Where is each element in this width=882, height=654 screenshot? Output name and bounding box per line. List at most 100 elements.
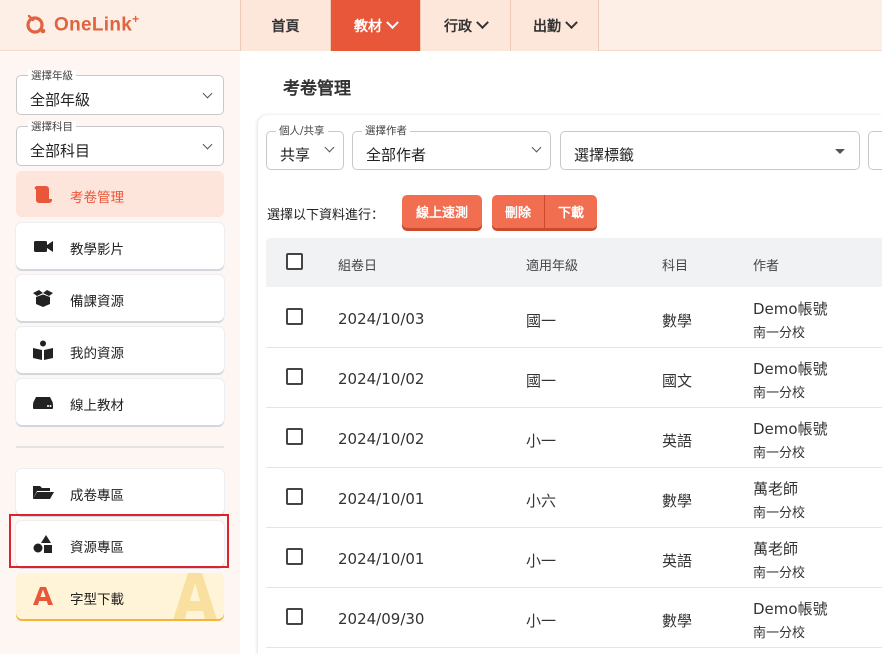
nav-item-attendance[interactable]: 出勤 xyxy=(510,0,599,51)
sidebar-item-exam-management[interactable]: 考卷管理 xyxy=(16,171,224,217)
row-subject: 英語 xyxy=(662,432,693,450)
row-checkbox[interactable] xyxy=(286,368,303,385)
row-grade: 國一 xyxy=(526,312,557,330)
share-filter-select[interactable]: 個人/共享 共享 xyxy=(266,125,344,170)
sidebar-item-label: 考卷管理 xyxy=(70,190,124,206)
folder-open-icon xyxy=(33,486,54,499)
tag-filter-select[interactable]: 選擇標籤 xyxy=(560,131,860,170)
row-grade: 小一 xyxy=(526,432,557,450)
sidebar-item-teaching-videos[interactable]: 教學影片 xyxy=(16,223,224,269)
page-title: 考卷管理 xyxy=(283,79,351,99)
row-author: Demo帳號 xyxy=(753,300,828,318)
table-row[interactable]: 2024/10/01 小六 數學 萬老師 南一分校 xyxy=(266,468,882,528)
author-filter-value: 全部作者 xyxy=(366,146,427,164)
column-header-subject[interactable]: 科目 xyxy=(662,255,688,274)
row-date: 2024/10/02 xyxy=(338,430,425,448)
font-watermark-icon xyxy=(173,573,217,619)
grade-select[interactable]: 選擇年級 全部年級 xyxy=(16,70,224,115)
row-checkbox[interactable] xyxy=(286,548,303,565)
row-school: 南一分校 xyxy=(753,566,806,581)
row-checkbox[interactable] xyxy=(286,428,303,445)
delete-button[interactable]: 刪除 xyxy=(492,195,544,228)
onelink-logo[interactable]: OneLink+ xyxy=(26,10,139,38)
author-filter-select[interactable]: 選擇作者 全部作者 xyxy=(352,125,551,170)
nav-item-label: 行政 xyxy=(444,18,472,35)
sidebar-divider xyxy=(16,446,224,448)
table-row[interactable]: 2024/10/02 小一 英語 Demo帳號 南一分校 xyxy=(266,408,882,468)
table-row[interactable]: 2024/10/02 國一 國文 Demo帳號 南一分校 xyxy=(266,348,882,408)
column-header-date[interactable]: 組卷日 xyxy=(338,255,377,274)
download-button[interactable]: 下載 xyxy=(544,195,597,228)
row-author: Demo帳號 xyxy=(753,360,828,378)
select-all-checkbox[interactable] xyxy=(286,253,303,270)
caret-down-icon xyxy=(835,149,845,154)
sidebar-item-my-resources[interactable]: 我的資源 xyxy=(16,327,224,373)
row-subject: 數學 xyxy=(662,612,693,630)
subject-select[interactable]: 選擇科目 全部科目 xyxy=(16,121,224,166)
row-school: 南一分校 xyxy=(753,386,806,401)
row-date: 2024/10/01 xyxy=(338,490,425,508)
row-checkbox[interactable] xyxy=(286,608,303,625)
row-grade: 國一 xyxy=(526,372,557,390)
sidebar-item-lesson-resources[interactable]: 備課資源 xyxy=(16,275,224,321)
row-author: 萬老師 xyxy=(753,480,799,498)
table-row[interactable]: 2024/10/01 小一 英語 萬老師 南一分校 xyxy=(266,528,882,588)
row-checkbox[interactable] xyxy=(286,308,303,325)
quick-test-button-label: 線上速測 xyxy=(415,206,468,221)
sidebar-item-label: 成卷專區 xyxy=(70,488,124,504)
bulk-action-button-group: 刪除 下載 xyxy=(492,195,597,228)
grade-select-legend: 選擇年級 xyxy=(28,70,76,82)
bulk-action-label: 選擇以下資料進行： xyxy=(267,208,385,223)
row-author: Demo帳號 xyxy=(753,420,828,438)
row-date: 2024/10/03 xyxy=(338,310,425,328)
nav-item-materials[interactable]: 教材 xyxy=(330,0,420,51)
sidebar-item-label: 教學影片 xyxy=(70,242,124,258)
row-date: 2024/10/02 xyxy=(338,370,425,388)
drive-icon xyxy=(33,397,53,409)
table-row[interactable]: 2024/10/03 國一 數學 Demo帳號 南一分校 xyxy=(266,288,882,348)
column-header-author[interactable]: 作者 xyxy=(753,255,779,274)
row-checkbox[interactable] xyxy=(286,488,303,505)
sidebar-item-exam-collection[interactable]: 成卷專區 xyxy=(16,469,224,515)
extra-filter-select[interactable] xyxy=(868,131,882,170)
chevron-down-icon xyxy=(565,16,578,30)
quick-test-button[interactable]: 線上速測 xyxy=(402,195,482,228)
chevron-down-icon xyxy=(202,139,213,150)
row-subject: 數學 xyxy=(662,492,693,510)
subject-select-legend: 選擇科目 xyxy=(28,121,76,133)
table-header: 組卷日 適用年級 科目 作者 xyxy=(266,238,882,287)
reading-person-icon xyxy=(33,340,53,360)
sidebar-item-online-materials[interactable]: 線上教材 xyxy=(16,379,224,425)
sidebar-item-font-download[interactable]: 字型下載 xyxy=(16,573,224,619)
nav-item-label: 出勤 xyxy=(533,18,561,35)
font-a-icon xyxy=(33,587,53,605)
row-school: 南一分校 xyxy=(753,506,806,521)
nav-item-label: 教材 xyxy=(354,18,382,35)
author-filter-legend: 選擇作者 xyxy=(362,125,410,137)
nav-item-home[interactable]: 首頁 xyxy=(240,0,330,51)
row-subject: 國文 xyxy=(662,372,693,390)
nav-item-admin[interactable]: 行政 xyxy=(420,0,510,51)
row-author: 萬老師 xyxy=(753,540,799,558)
row-subject: 數學 xyxy=(662,312,693,330)
logo-text: OneLink+ xyxy=(54,11,140,36)
grade-select-value: 全部年級 xyxy=(30,91,91,109)
sidebar-item-label: 線上教材 xyxy=(70,398,124,414)
row-grade: 小六 xyxy=(526,492,557,510)
row-school: 南一分校 xyxy=(753,446,806,461)
chevron-down-icon xyxy=(202,88,213,99)
selection-highlight-box xyxy=(9,514,229,568)
share-filter-value: 共享 xyxy=(280,146,311,164)
delete-button-label: 刪除 xyxy=(504,206,531,221)
download-button-label: 下載 xyxy=(557,206,584,221)
subject-select-value: 全部科目 xyxy=(30,142,91,160)
row-grade: 小一 xyxy=(526,612,557,630)
table-row[interactable]: 2024/09/30 小一 數學 Demo帳號 南一分校 xyxy=(266,588,882,648)
tag-filter-placeholder: 選擇標籤 xyxy=(574,146,635,164)
sidebar-item-label: 我的資源 xyxy=(70,346,124,362)
chevron-down-icon xyxy=(386,16,399,30)
column-header-grade[interactable]: 適用年級 xyxy=(526,255,578,274)
share-filter-legend: 個人/共享 xyxy=(276,125,328,137)
main-nav: 首頁 教材 行政 出勤 xyxy=(240,0,599,51)
row-date: 2024/09/30 xyxy=(338,610,425,628)
